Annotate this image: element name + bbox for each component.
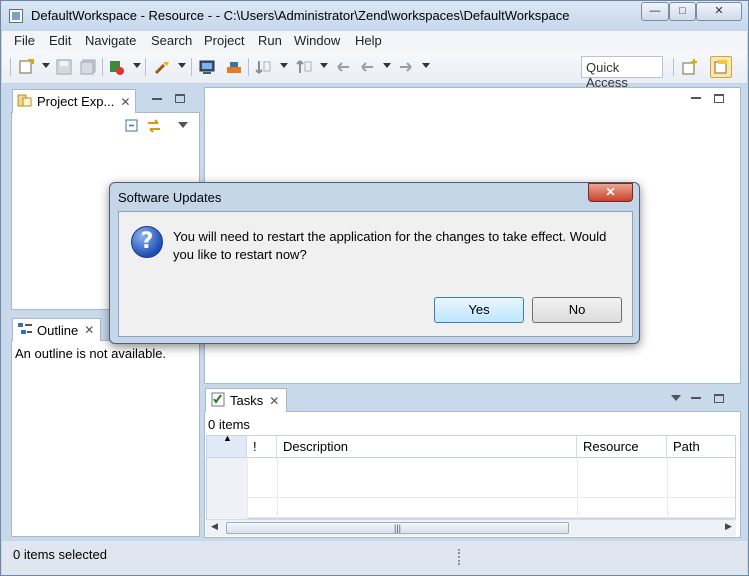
project-explorer-icon (17, 92, 33, 111)
terminal-icon[interactable] (199, 59, 215, 75)
close-tab-icon[interactable]: ✕ (84, 323, 94, 337)
selection-column (207, 458, 247, 520)
collapse-all-icon[interactable] (125, 119, 139, 136)
table-row (207, 498, 735, 518)
maximize-tasks-icon[interactable] (714, 394, 724, 403)
outline-panel (11, 340, 200, 537)
tasks-table: ▲ ! Description Resource Path (206, 433, 736, 520)
tasks-count: 0 items (208, 417, 250, 432)
sort-up-icon: ▲ (223, 433, 232, 443)
window-title: DefaultWorkspace - Resource - - C:\Users… (31, 8, 570, 23)
scroll-left-icon[interactable]: ◀ (211, 521, 218, 532)
forward-icon[interactable] (398, 59, 414, 75)
menu-run[interactable]: Run (258, 33, 282, 48)
project-explorer-tab-label: Project Exp... (37, 94, 115, 109)
title-bar: DefaultWorkspace - Resource - - C:\Users… (1, 1, 748, 31)
save-all-icon[interactable] (80, 59, 96, 75)
column-header-resource[interactable]: Resource (577, 436, 667, 458)
column-header-completed[interactable]: ▲ (207, 433, 247, 458)
run-dropdown-icon[interactable] (133, 63, 141, 68)
dialog-close-button[interactable]: ✕ (588, 183, 633, 202)
outline-icon (17, 321, 33, 340)
save-icon[interactable] (56, 59, 72, 75)
toolbar-separator (248, 58, 249, 76)
column-divider (667, 458, 668, 520)
column-divider (247, 458, 248, 520)
status-bar: 0 items selected (2, 541, 747, 575)
toolbar-separator (191, 58, 192, 76)
dialog-body: ? You will need to restart the applicati… (118, 211, 633, 337)
tasks-icon (210, 391, 226, 410)
dialog-message: You will need to restart the application… (173, 229, 607, 262)
tasks-view-menu-icon[interactable] (671, 395, 681, 401)
menu-search[interactable]: Search (151, 33, 192, 48)
minimize-editor-icon[interactable] (691, 97, 701, 99)
app-window: DefaultWorkspace - Resource - - C:\Users… (0, 0, 749, 576)
run-icon[interactable] (109, 59, 125, 75)
close-tab-icon[interactable]: ✕ (269, 394, 279, 408)
menu-help[interactable]: Help (355, 33, 382, 48)
menu-project[interactable]: Project (204, 33, 244, 48)
external-tools-icon[interactable] (154, 59, 170, 75)
last-edit-icon[interactable] (335, 59, 351, 75)
tasks-horizontal-scrollbar[interactable]: ◀ ||| ▶ (206, 519, 736, 536)
main-toolbar: Quick Access (2, 51, 747, 90)
column-divider (577, 458, 578, 520)
external-tools-dropdown-icon[interactable] (178, 63, 186, 68)
column-header-path[interactable]: Path (667, 436, 735, 458)
maximize-editor-icon[interactable] (714, 94, 724, 103)
next-annotation-dropdown-icon[interactable] (280, 63, 288, 68)
link-with-editor-icon[interactable] (146, 118, 162, 137)
toolbar-separator (102, 58, 103, 76)
new-dropdown-icon[interactable] (42, 63, 50, 68)
no-button[interactable]: No (532, 297, 622, 323)
dialog-title: Software Updates (118, 190, 222, 205)
tasks-tab-label: Tasks (230, 393, 264, 408)
toolbar-separator (145, 58, 146, 76)
menu-navigate[interactable]: Navigate (85, 33, 136, 48)
minimize-tasks-icon[interactable] (691, 397, 701, 399)
column-header-priority[interactable]: ! (247, 436, 277, 458)
view-menu-icon[interactable] (178, 122, 188, 128)
open-perspective-icon[interactable] (682, 59, 698, 75)
tab-tasks[interactable]: Tasks ✕ (205, 388, 287, 412)
menu-window[interactable]: Window (294, 33, 340, 48)
column-divider (277, 458, 278, 520)
app-icon (9, 9, 23, 23)
resource-perspective-icon[interactable] (710, 56, 732, 78)
tab-outline[interactable]: Outline ✕ (12, 318, 101, 341)
build-icon[interactable] (226, 59, 242, 75)
table-row (207, 478, 735, 498)
back-dropdown-icon[interactable] (383, 63, 391, 68)
status-divider (458, 549, 460, 565)
column-header-description[interactable]: Description (277, 436, 577, 458)
question-icon: ? (131, 226, 163, 258)
toolbar-separator (673, 58, 674, 76)
minimize-button[interactable]: — (641, 2, 669, 21)
prev-annotation-icon[interactable] (296, 59, 312, 75)
quick-access-field[interactable]: Quick Access (581, 56, 663, 90)
software-updates-dialog: Software Updates ✕ ? You will need to re… (109, 182, 640, 344)
yes-button[interactable]: Yes (434, 297, 524, 323)
back-icon[interactable] (359, 59, 375, 75)
toolbar-grip (10, 58, 11, 76)
close-button[interactable]: ✕ (696, 2, 742, 21)
status-text: 0 items selected (13, 547, 107, 562)
maximize-view-icon[interactable] (175, 94, 185, 103)
menu-file[interactable]: File (14, 33, 35, 48)
forward-dropdown-icon[interactable] (422, 63, 430, 68)
menu-edit[interactable]: Edit (49, 33, 71, 48)
minimize-view-icon[interactable] (152, 98, 162, 100)
scroll-right-icon[interactable]: ▶ (725, 521, 732, 532)
new-icon[interactable] (18, 59, 34, 75)
next-annotation-icon[interactable] (255, 59, 271, 75)
close-tab-icon[interactable]: ✕ (120, 95, 130, 109)
prev-annotation-dropdown-icon[interactable] (320, 63, 328, 68)
maximize-button[interactable]: □ (669, 2, 696, 21)
tab-project-explorer[interactable]: Project Exp... ✕ (12, 89, 136, 113)
outline-empty-message: An outline is not available. (15, 346, 167, 361)
menu-bar: File Edit Navigate Search Project Run Wi… (2, 31, 747, 51)
scrollbar-thumb[interactable]: ||| (226, 522, 569, 534)
outline-tab-label: Outline (37, 322, 79, 338)
